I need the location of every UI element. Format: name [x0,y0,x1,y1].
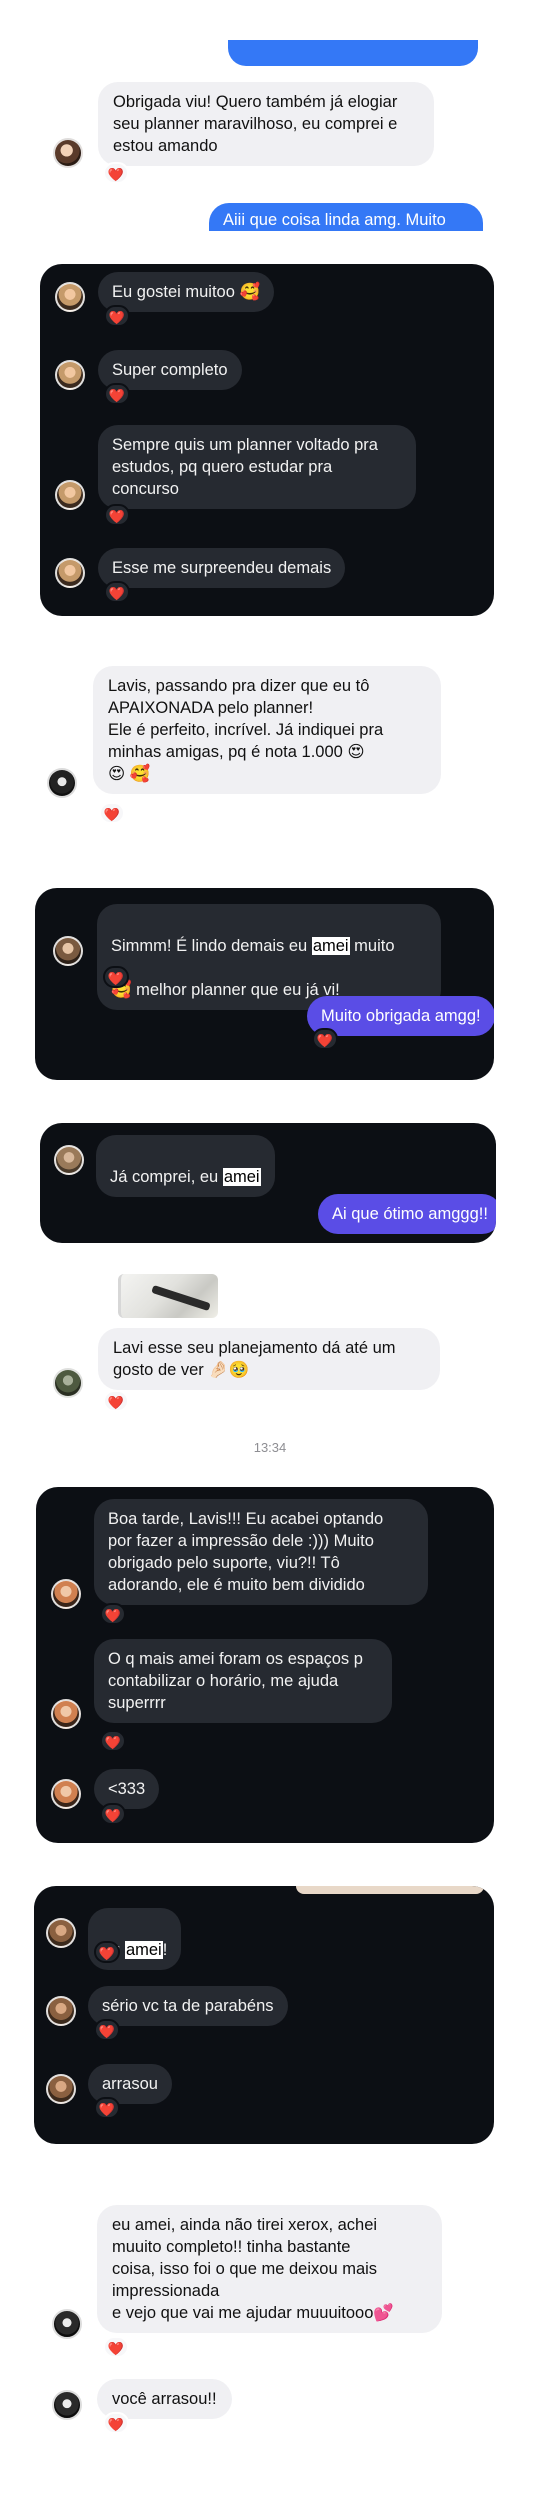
heart-reaction[interactable]: ❤️ [312,1028,338,1050]
heart-reaction[interactable]: ❤️ [104,305,130,327]
chat-screenshot-panel: Boa tarde, Lavis!!! Eu acabei optando po… [36,1487,494,1843]
avatar[interactable] [55,558,85,588]
heart-reaction[interactable]: ❤️ [94,2019,120,2041]
received-message: Já comprei, eu amei [96,1135,275,1197]
avatar[interactable] [47,768,77,798]
avatar[interactable] [52,2309,82,2339]
message-text: Já comprei, eu [110,1168,223,1186]
received-message: <333 [94,1769,160,1809]
sent-message: Aiii que coisa linda amg. Muito [209,203,483,231]
avatar[interactable] [46,2074,76,2104]
avatar[interactable] [52,2390,82,2420]
heart-reaction[interactable]: ❤️ [103,2412,129,2434]
chat-screenshot-panel: Eu gostei muitoo 🥰 ❤️ Super completo ❤️ … [40,264,494,616]
heart-reaction[interactable]: ❤️ [99,802,125,824]
heart-reaction[interactable]: ❤️ [94,2097,120,2119]
message-text: Simmm! É lindo demais eu [111,937,312,955]
shared-photo[interactable] [118,1274,218,1318]
message-text: 🥰 melhor planner que eu já vi! [111,981,340,999]
sent-bubble-fragment [296,1886,484,1894]
received-message: Sempre quis um planner voltado pra estud… [98,425,416,509]
avatar[interactable] [53,138,83,168]
received-message: Simmm! É lindo demais eu amei muito 🥰 me… [97,904,441,1010]
message-text: muito [349,937,395,955]
sent-message-text: Aiii que coisa linda amg. Muito [223,211,446,229]
received-message: Obrigada viu! Quero também já elogiar se… [98,82,434,166]
sent-bubble-top-fragment [228,40,478,66]
sent-message: Muito obrigada amgg! [307,996,494,1036]
avatar[interactable] [53,1368,83,1398]
received-message: Esse me surpreendeu demais [98,548,346,588]
heart-reaction[interactable]: ❤️ [103,1390,129,1412]
message-timestamp: 13:34 [253,1440,287,1455]
heart-reaction[interactable]: ❤️ [104,504,130,526]
heart-reaction[interactable]: ❤️ [100,1730,126,1752]
avatar[interactable] [53,936,83,966]
heart-reaction[interactable]: ❤️ [103,966,129,988]
sent-message: Ai que ótimo amggg!! [318,1194,496,1234]
highlighted-word: amei [222,1168,261,1186]
received-message: O q mais amei foram os espaços p contabi… [94,1639,392,1723]
heart-reaction[interactable]: ❤️ [100,1603,126,1625]
avatar[interactable] [54,1145,84,1175]
heart-reaction[interactable]: ❤️ [103,2336,129,2358]
avatar[interactable] [46,1918,76,1948]
avatar[interactable] [55,480,85,510]
heart-reaction[interactable]: ❤️ [103,162,129,184]
avatar[interactable] [55,282,85,312]
avatar[interactable] [46,1996,76,2026]
received-message: Boa tarde, Lavis!!! Eu acabei optando po… [94,1499,428,1605]
heart-reaction[interactable]: ❤️ [94,1941,120,1963]
highlighted-word: amei [124,1941,163,1959]
received-message: eu amei, ainda não tirei xerox, achei mu… [97,2205,442,2333]
message-text: ! [162,1941,168,1959]
chat-screenshot-panel: Simmm! É lindo demais eu amei muito 🥰 me… [35,888,494,1080]
received-message: sério vc ta de parabéns [88,1986,288,2026]
avatar[interactable] [55,360,85,390]
highlighted-word: amei [311,937,350,955]
heart-reaction[interactable]: ❤️ [104,581,130,603]
received-message: Lavi esse seu planejamento dá até um gos… [98,1328,440,1390]
chat-screenshot-panel: Já comprei, eu amei Ai que ótimo amggg!! [40,1123,496,1243]
avatar[interactable] [51,1779,81,1809]
received-message: Lavis, passando pra dizer que eu tô APAI… [93,666,441,794]
heart-reaction[interactable]: ❤️ [104,383,130,405]
chat-screenshot-panel: eu amei! ❤️ sério vc ta de parabéns ❤️ a… [34,1886,494,2144]
heart-reaction[interactable]: ❤️ [100,1803,126,1825]
avatar[interactable] [51,1699,81,1729]
avatar[interactable] [51,1579,81,1609]
